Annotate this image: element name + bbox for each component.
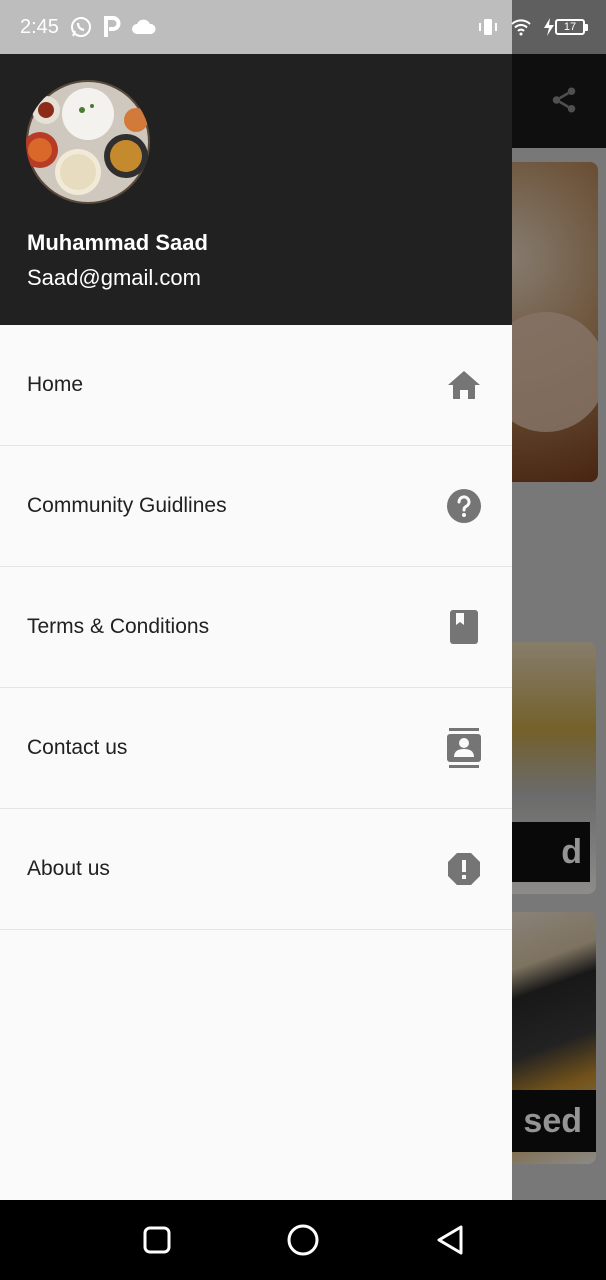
status-bar-left: 2:45	[0, 0, 512, 54]
status-icons: 17	[477, 0, 588, 54]
drawer-item-label: Contact us	[27, 736, 128, 759]
drawer-item-home[interactable]: Home	[0, 325, 512, 446]
wifi-icon	[511, 18, 531, 36]
drawer-header: Muhammad Saad Saad@gmail.com	[0, 54, 512, 325]
status-time: 2:45	[20, 15, 59, 38]
whatsapp-icon	[69, 15, 93, 39]
home-button[interactable]	[283, 1220, 323, 1260]
battery-indicator: 17	[543, 18, 588, 36]
p-app-icon	[103, 16, 121, 38]
food-thali-image	[26, 80, 150, 204]
system-nav-bar	[0, 1200, 606, 1280]
help-circle-icon	[446, 488, 482, 524]
drawer-menu: Home Community Guidlines Terms & Conditi…	[0, 325, 512, 930]
drawer-item-community-guidelines[interactable]: Community Guidlines	[0, 446, 512, 567]
home-icon	[446, 367, 482, 403]
book-icon	[446, 609, 482, 645]
drawer-item-label: About us	[27, 857, 110, 880]
drawer-item-label: Home	[27, 373, 84, 396]
recents-button[interactable]	[137, 1220, 177, 1260]
back-button[interactable]	[430, 1220, 470, 1260]
circle-icon	[287, 1224, 319, 1256]
drawer-item-contact-us[interactable]: Contact us	[0, 688, 512, 809]
cloud-icon	[131, 18, 157, 36]
avatar[interactable]	[26, 80, 150, 204]
vibrate-icon	[477, 16, 499, 38]
user-name: Muhammad Saad	[27, 230, 208, 255]
drawer-item-label: Terms & Conditions	[27, 615, 210, 638]
triangle-back-icon	[437, 1225, 463, 1255]
alert-octagon-icon	[446, 851, 482, 887]
square-icon	[143, 1226, 171, 1254]
battery-tip	[585, 23, 588, 31]
navigation-drawer: Muhammad Saad Saad@gmail.com Home Commun…	[0, 54, 512, 1200]
drawer-item-about-us[interactable]: About us	[0, 809, 512, 930]
status-bar: 2:45 17	[0, 0, 606, 54]
contact-card-icon	[446, 728, 482, 768]
drawer-item-terms-conditions[interactable]: Terms & Conditions	[0, 567, 512, 688]
battery-level: 17	[555, 19, 585, 35]
charging-bolt-icon	[544, 18, 554, 36]
user-email: Saad@gmail.com	[27, 265, 201, 290]
drawer-item-label: Community Guidlines	[27, 494, 227, 517]
